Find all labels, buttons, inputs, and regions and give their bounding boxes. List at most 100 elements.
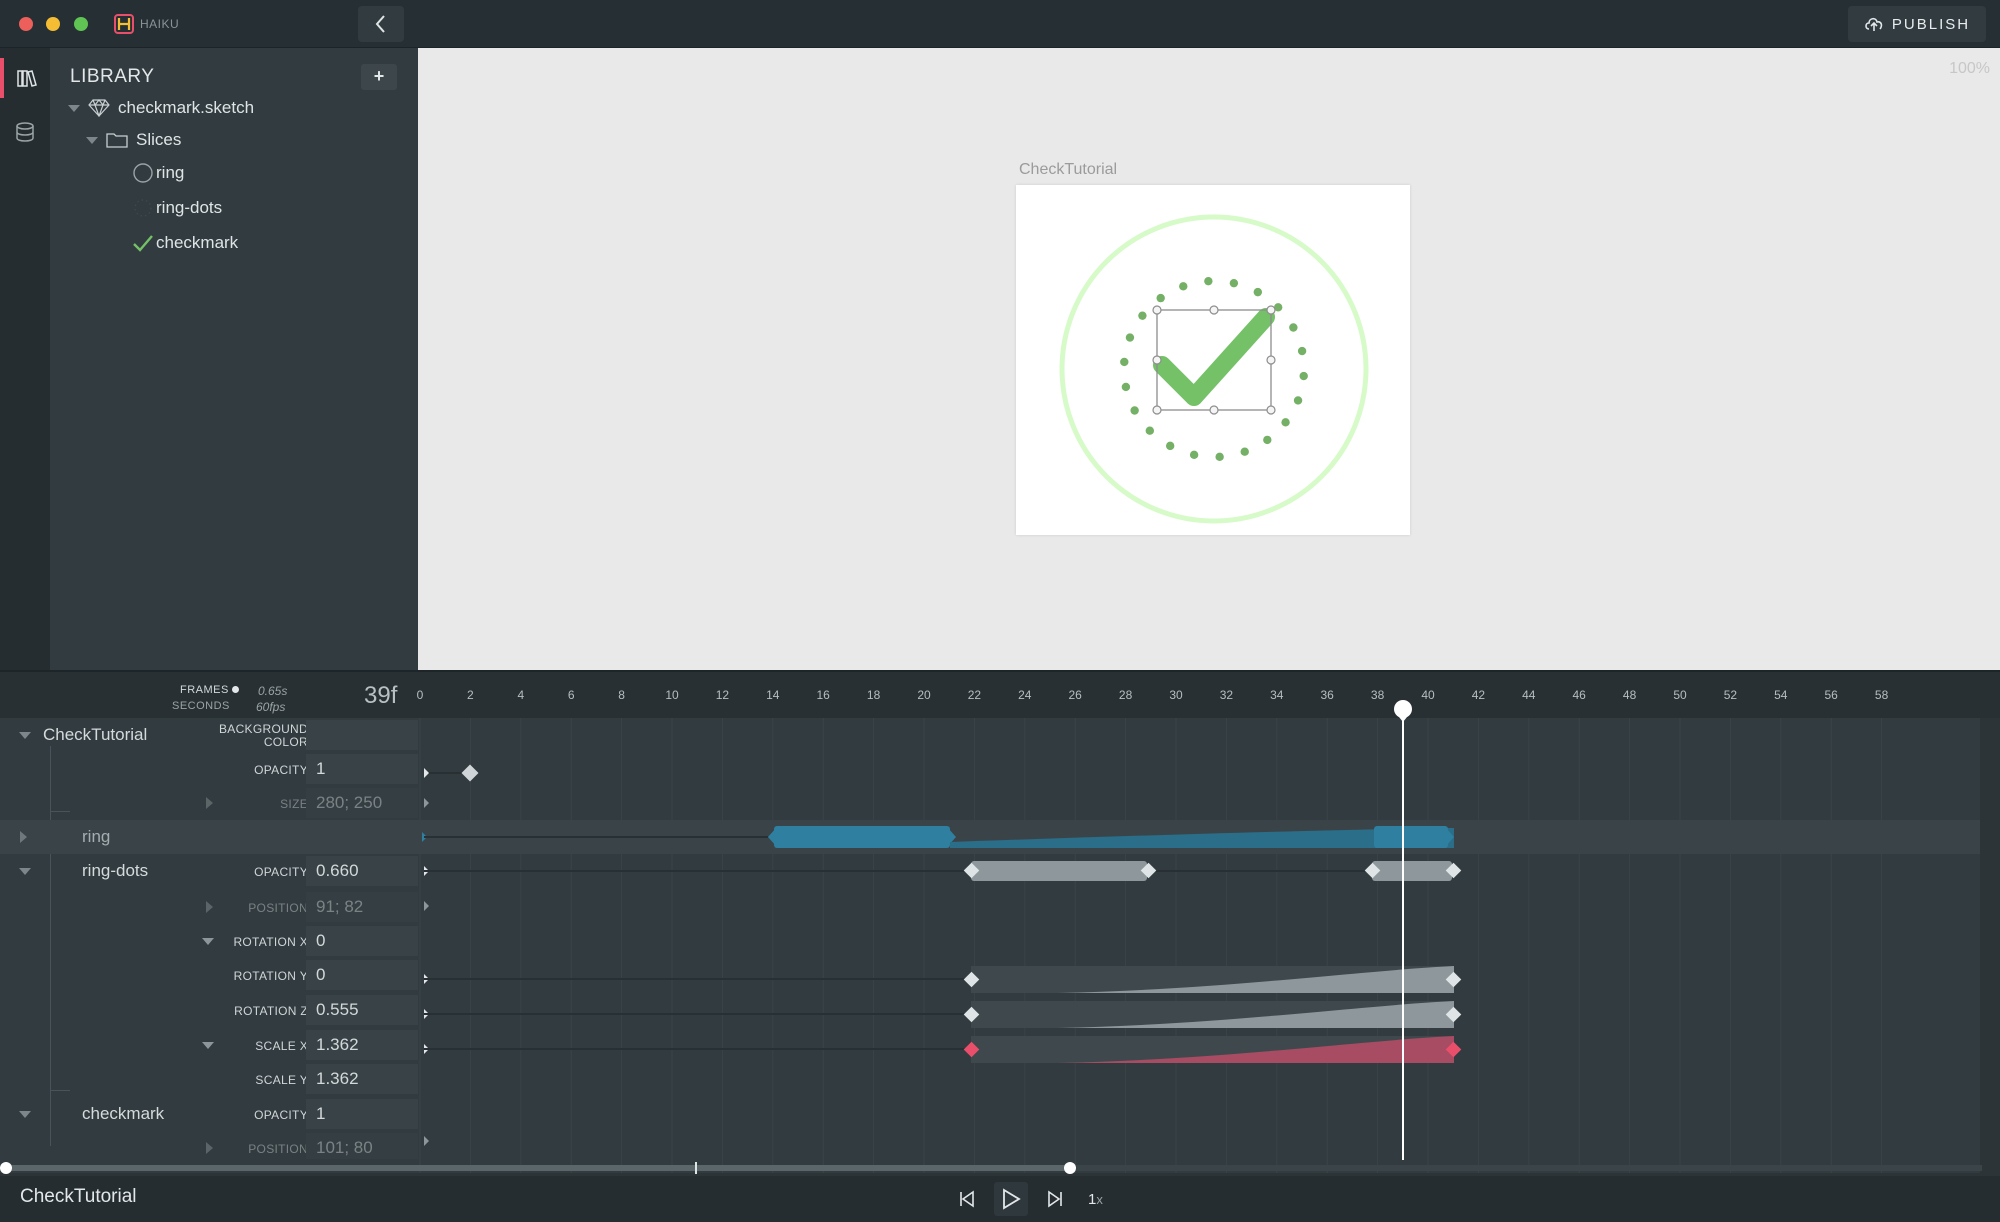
artboard[interactable] — [1016, 185, 1410, 535]
prop-value-opacity[interactable]: 1 — [306, 1099, 418, 1129]
prop-value-opacity[interactable]: 0.660 — [306, 856, 418, 886]
chevron-down-icon[interactable] — [68, 104, 80, 112]
row-ring-dots-scale-y[interactable]: SCALE Y 1.362 — [0, 1062, 418, 1096]
row-ring-dots-rotation-y[interactable]: ROTATION Y 0 — [0, 958, 418, 992]
zoom-level: 100% — [1949, 60, 1990, 77]
frames-toggle-dot[interactable] — [232, 686, 239, 693]
seconds-label[interactable]: SECONDS — [172, 700, 230, 712]
playback-speed[interactable]: 1x — [1088, 1191, 1103, 1208]
row-ring-dots-position[interactable]: POSITION 91; 82 — [0, 890, 418, 924]
row-ring-dots-rotation-z[interactable]: ROTATION Z 0.555 — [0, 993, 418, 1027]
ring-dot — [1138, 311, 1147, 320]
frame-tick-label: 36 — [1320, 688, 1334, 702]
frame-tick-label: 18 — [866, 688, 881, 702]
ring-dot — [1165, 441, 1175, 451]
play-icon — [1003, 1188, 1021, 1210]
chevron-down-icon[interactable] — [86, 136, 98, 144]
frame-tick-label: 44 — [1522, 688, 1536, 702]
library-add-button[interactable]: + — [361, 64, 397, 90]
prop-value-rotation-x[interactable]: 0 — [306, 926, 418, 956]
stage-canvas[interactable]: 100% CheckTutorial — [418, 48, 2000, 670]
prop-value-rotation-z[interactable]: 0.555 — [306, 995, 418, 1025]
prop-value-background-color[interactable] — [306, 720, 418, 750]
timeline-panel: FRAMES SECONDS 0.65s 60fps 39f 0 2 4 6 8 10 12… — [0, 670, 2000, 1173]
library-item-slices-folder[interactable]: Slices — [86, 125, 181, 155]
library-tab[interactable] — [0, 58, 50, 98]
library-item-ring-dots[interactable]: ring-dots — [132, 193, 222, 223]
publish-button[interactable]: PUBLISH — [1848, 6, 1986, 42]
chevron-right-icon[interactable] — [206, 1142, 213, 1154]
frame-tick-label: 28 — [1118, 688, 1133, 702]
scrubber-range[interactable] — [6, 1165, 1070, 1171]
chevron-down-icon[interactable] — [19, 868, 31, 875]
ring-dot — [1293, 396, 1303, 405]
prop-value-size[interactable]: 280; 250 — [306, 788, 418, 818]
scrubber-start-handle[interactable] — [0, 1162, 12, 1174]
chevron-right-icon[interactable] — [206, 901, 213, 913]
prop-label-rotation-x: ROTATION X — [233, 935, 308, 949]
prop-value-position[interactable]: 101; 80 — [306, 1133, 418, 1159]
prop-label-scale-x: SCALE X — [255, 1039, 308, 1053]
state-inspector-tab[interactable] — [0, 112, 50, 152]
prop-label-position: POSITION — [248, 1142, 308, 1156]
library-item-checkmark[interactable]: checkmark — [132, 228, 238, 258]
scrubber-end-handle[interactable] — [1064, 1162, 1076, 1174]
opacity-tween-bar[interactable] — [1372, 861, 1452, 881]
prop-value-scale-x[interactable]: 1.362 — [306, 1030, 418, 1060]
chevron-right-icon[interactable] — [206, 797, 213, 809]
timeline-tracks[interactable] — [418, 718, 1980, 1173]
row-checkmark-opacity[interactable]: checkmark OPACITY 1 — [0, 1097, 418, 1131]
ring-tween-bar[interactable] — [1374, 826, 1448, 848]
prop-value-opacity[interactable]: 1 — [306, 754, 418, 784]
ring-dot — [1263, 435, 1272, 445]
row-checktutorial-size[interactable]: SIZE 280; 250 — [0, 786, 418, 820]
opacity-tween-bar[interactable] — [971, 861, 1147, 881]
chevron-down-icon[interactable] — [19, 1111, 31, 1118]
artboard-artwork — [1059, 214, 1369, 524]
prop-value-scale-y[interactable]: 1.362 — [306, 1064, 418, 1094]
library-item-ring[interactable]: ring — [132, 158, 184, 188]
skip-to-end-button[interactable] — [1038, 1182, 1072, 1216]
library-item-label: checkmark — [156, 233, 239, 252]
frame-tick-label: 38 — [1370, 688, 1385, 702]
chevron-down-icon[interactable] — [202, 1042, 214, 1049]
play-button[interactable] — [994, 1182, 1028, 1216]
ring-tween-bar[interactable] — [774, 826, 950, 848]
row-ring-dots-opacity[interactable]: ring-dots OPACITY 0.660 — [0, 854, 418, 888]
frame-tick-label: 34 — [1270, 688, 1284, 702]
chevron-right-icon[interactable] — [20, 831, 27, 843]
ring-dot — [1120, 357, 1129, 367]
playhead[interactable] — [1390, 700, 1412, 1160]
tracks-canvas — [418, 718, 1980, 1173]
chevron-down-icon[interactable] — [19, 732, 31, 739]
timeline-header: FRAMES SECONDS 0.65s 60fps 39f 0 2 4 6 8 10 12… — [0, 670, 2000, 718]
library-item-sketch-file[interactable]: checkmark.sketch — [68, 93, 254, 123]
prop-value-position[interactable]: 91; 82 — [306, 892, 418, 922]
library-books-icon — [17, 70, 37, 87]
frame-tick-label: 52 — [1723, 688, 1738, 702]
frames-label[interactable]: FRAMES — [180, 684, 229, 696]
skip-to-start-button[interactable] — [950, 1182, 984, 1216]
keyframe[interactable] — [461, 764, 479, 782]
row-checktutorial-background[interactable]: CheckTutorial BACKGROUND COLOR — [0, 718, 418, 752]
ring-dot — [1240, 447, 1249, 456]
row-ring-dots-scale-x[interactable]: SCALE X 1.362 — [0, 1028, 418, 1062]
frame-ruler[interactable]: 0 2 4 6 8 10 12 14 16 18 20 22 24 26 28 30 32 34 36 38 40 42 4… — [417, 672, 1980, 720]
scrubber-track — [1070, 1165, 1982, 1171]
skip-forward-icon — [1048, 1190, 1062, 1208]
playhead-line — [1401, 718, 1404, 1160]
speed-suffix: x — [1096, 1191, 1103, 1207]
chevron-down-icon[interactable] — [202, 938, 214, 945]
close-window-button[interactable] — [19, 17, 33, 31]
timeline-scrubber[interactable] — [0, 1160, 2000, 1176]
row-ring[interactable]: ring — [0, 820, 418, 854]
row-ring-dots-rotation-x[interactable]: ROTATION X 0 — [0, 924, 418, 958]
back-button[interactable] — [358, 6, 404, 42]
row-checktutorial-opacity[interactable]: OPACITY 1 — [0, 752, 418, 786]
ring-dot — [1299, 371, 1308, 381]
ring-dot — [1289, 323, 1298, 332]
minimize-window-button[interactable] — [46, 17, 60, 31]
row-checkmark-position[interactable]: POSITION 101; 80 — [0, 1131, 418, 1159]
prop-value-rotation-y[interactable]: 0 — [306, 960, 418, 990]
maximize-window-button[interactable] — [74, 17, 88, 31]
